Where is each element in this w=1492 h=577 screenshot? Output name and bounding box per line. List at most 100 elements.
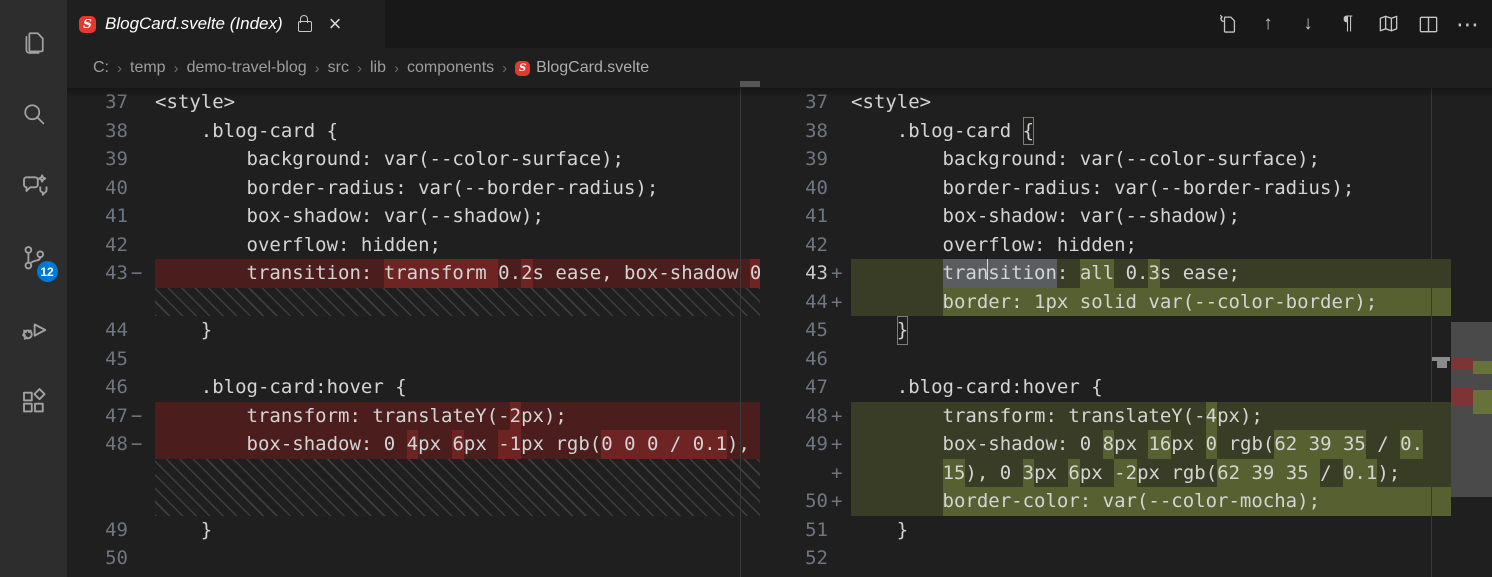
left-scrollbar-slider[interactable] — [740, 81, 760, 87]
code-line[interactable]: 40 border-radius: var(--border-radius); — [67, 174, 760, 203]
diff-change-marker — [828, 202, 851, 231]
tab-close-icon[interactable]: × — [329, 13, 342, 35]
line-number[interactable]: 41 — [760, 202, 828, 231]
line-number[interactable]: 46 — [67, 373, 128, 402]
code-line[interactable]: 42 overflow: hidden; — [67, 231, 760, 260]
diff-change-marker — [828, 544, 851, 573]
previous-change-icon[interactable]: ↑ — [1252, 8, 1284, 40]
line-number[interactable] — [67, 288, 128, 317]
line-number[interactable]: 50 — [760, 487, 828, 516]
code-text: background: var(--color-surface); — [155, 145, 760, 174]
breadcrumb-item[interactable]: SBlogCard.svelte — [515, 59, 649, 77]
code-line[interactable]: 49+ box-shadow: 0 8px 16px 0 rgb(62 39 3… — [760, 430, 1451, 459]
chat-icon[interactable] — [7, 150, 61, 222]
run-debug-icon[interactable] — [7, 294, 61, 366]
code-line[interactable]: 51 } — [760, 516, 1451, 545]
split-editor-icon[interactable] — [1412, 8, 1444, 40]
line-number[interactable]: 49 — [760, 430, 828, 459]
code-line[interactable]: 47− transform: translateY(-2px); — [67, 402, 760, 431]
code-line[interactable]: 37<style> — [67, 88, 760, 117]
diff-modified-pane: 37 <style>38 .blog-card {39 background: v… — [760, 88, 1492, 577]
line-number[interactable]: 37 — [67, 88, 128, 117]
line-number[interactable]: 39 — [67, 145, 128, 174]
code-line[interactable]: 50 — [67, 544, 760, 573]
code-line[interactable]: 46 — [760, 345, 1451, 374]
code-line[interactable]: 41 box-shadow: var(--shadow); — [67, 202, 760, 231]
line-number[interactable] — [67, 459, 128, 516]
code-line[interactable]: 46 .blog-card:hover { — [67, 373, 760, 402]
line-number[interactable]: 42 — [67, 231, 128, 260]
line-number[interactable]: 52 — [760, 544, 828, 573]
breadcrumb-item[interactable]: components — [407, 59, 494, 77]
line-number[interactable]: 44 — [67, 316, 128, 345]
diff-filler-row[interactable] — [67, 459, 760, 516]
code-line[interactable]: 39 background: var(--color-surface); — [760, 145, 1451, 174]
line-number[interactable]: 38 — [67, 117, 128, 146]
code-line[interactable]: 50+ border-color: var(--color-mocha); — [760, 487, 1451, 516]
line-number[interactable]: 41 — [67, 202, 128, 231]
code-line[interactable]: 45 — [67, 345, 760, 374]
line-number[interactable]: 45 — [67, 345, 128, 374]
overview-cursor-marker — [1437, 361, 1447, 368]
code-line[interactable]: 48− box-shadow: 0 4px 6px -1px rgb(0 0 0… — [67, 430, 760, 459]
search-icon[interactable] — [7, 78, 61, 150]
line-number[interactable]: 39 — [760, 145, 828, 174]
code-line[interactable]: 43− transition: transform 0.2s ease, box… — [67, 259, 760, 288]
code-line[interactable]: 39 background: var(--color-surface); — [67, 145, 760, 174]
code-line[interactable]: 40 border-radius: var(--border-radius); — [760, 174, 1451, 203]
breadcrumb-item[interactable]: demo-travel-blog — [187, 59, 307, 77]
code-line[interactable]: 44 } — [67, 316, 760, 345]
diff-filler-row[interactable] — [67, 288, 760, 317]
code-line[interactable]: 37 <style> — [760, 88, 1451, 117]
code-line[interactable]: + 15), 0 3px 6px -2px rgb(62 39 35 / 0.1… — [760, 459, 1451, 488]
source-control-icon[interactable]: 12 — [7, 222, 61, 294]
code-line[interactable]: 43+ transition: all 0.3s ease; — [760, 259, 1451, 288]
next-change-icon[interactable]: ↓ — [1292, 8, 1324, 40]
line-number[interactable]: 44 — [760, 288, 828, 317]
code-line[interactable]: 38 .blog-card { — [67, 117, 760, 146]
breadcrumb-item[interactable]: temp — [130, 59, 166, 77]
code-line[interactable]: 44+ border: 1px solid var(--color-border… — [760, 288, 1451, 317]
line-number[interactable]: 50 — [67, 544, 128, 573]
line-number[interactable]: 38 — [760, 117, 828, 146]
line-number[interactable]: 37 — [760, 88, 828, 117]
line-number[interactable]: 40 — [67, 174, 128, 203]
code-text: <style> — [851, 88, 1451, 117]
line-number[interactable]: 43 — [67, 259, 128, 288]
breadcrumb-item[interactable]: src — [328, 59, 349, 77]
line-number[interactable]: 47 — [67, 402, 128, 431]
code-text: transition: all 0.3s ease; — [851, 259, 1451, 288]
code-line[interactable]: 49 } — [67, 516, 760, 545]
line-number[interactable]: 43 — [760, 259, 828, 288]
line-number[interactable]: 46 — [760, 345, 828, 374]
more-actions-icon[interactable]: ⋯ — [1452, 8, 1484, 40]
line-number[interactable] — [760, 459, 828, 488]
toggle-whitespace-icon[interactable]: ¶ — [1332, 8, 1364, 40]
line-number[interactable]: 45 — [760, 316, 828, 345]
explorer-icon[interactable] — [7, 6, 61, 78]
line-number[interactable]: 49 — [67, 516, 128, 545]
diff-change-marker — [828, 117, 851, 146]
line-number[interactable]: 48 — [67, 430, 128, 459]
code-line[interactable]: 52 — [760, 544, 1451, 573]
line-number[interactable]: 47 — [760, 373, 828, 402]
code-line[interactable]: 45 } — [760, 316, 1451, 345]
tab-blogcard-svelte[interactable]: S BlogCard.svelte (Index) × — [67, 0, 385, 48]
breadcrumb-item[interactable]: C: — [93, 59, 109, 77]
code-line[interactable]: 47 .blog-card:hover { — [760, 373, 1451, 402]
line-number[interactable]: 51 — [760, 516, 828, 545]
open-changes-icon[interactable] — [1212, 8, 1244, 40]
code-line[interactable]: 48+ transform: translateY(-4px); — [760, 402, 1451, 431]
map-icon[interactable] — [1372, 8, 1404, 40]
code-line[interactable]: 38 .blog-card { — [760, 117, 1451, 146]
diff-change-marker — [128, 544, 151, 573]
extensions-icon[interactable] — [7, 366, 61, 438]
code-line[interactable]: 42 overflow: hidden; — [760, 231, 1451, 260]
diff-change-marker — [128, 117, 151, 146]
line-number[interactable]: 42 — [760, 231, 828, 260]
tab-strip: S BlogCard.svelte (Index) × ↑ ↓ ¶ — [67, 0, 1492, 48]
line-number[interactable]: 48 — [760, 402, 828, 431]
code-line[interactable]: 41 box-shadow: var(--shadow); — [760, 202, 1451, 231]
breadcrumb-item[interactable]: lib — [370, 59, 386, 77]
line-number[interactable]: 40 — [760, 174, 828, 203]
